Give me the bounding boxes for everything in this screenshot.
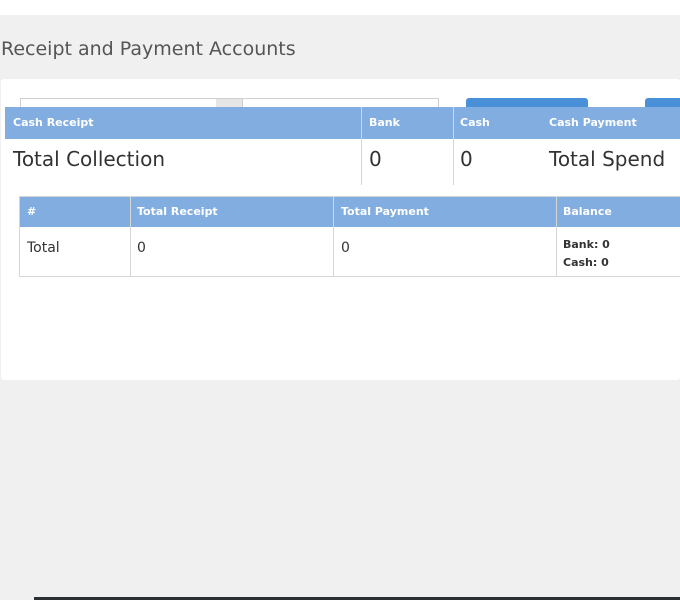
total-payment-value: 0: [341, 240, 350, 256]
total-collection-label: Total Collection: [13, 147, 165, 171]
column-divider: [130, 197, 131, 277]
breakdown-bank: Bank: 0: [563, 238, 610, 251]
details-header-row: # Total Receipt Total Payment Balance Br…: [20, 197, 680, 248]
total-spend-label: Total Spend: [549, 147, 666, 171]
breakdown-cash: Cash: 0: [563, 256, 609, 269]
balance-breakdown: Bank: 0 Cash: 0: [563, 236, 610, 272]
header-cash-payment: Cash Payment: [549, 116, 637, 129]
total-receipt-value: 0: [137, 240, 146, 256]
summary-table: Cash Receipt Bank Cash Cash Payment Tota…: [5, 107, 680, 185]
column-divider: [361, 107, 362, 185]
bank-value: 0: [369, 147, 382, 171]
header-total-receipt: Total Receipt: [137, 205, 218, 218]
column-divider: [453, 107, 454, 185]
row-label: Total: [27, 240, 60, 256]
cash-value: 0: [460, 147, 473, 171]
top-bar: [0, 0, 680, 15]
header-bank: Bank: [369, 116, 400, 129]
summary-header-row: Cash Receipt Bank Cash Cash Payment: [5, 107, 680, 139]
page-title: Receipt and Payment Accounts: [1, 38, 296, 60]
header-total-payment: Total Payment: [341, 205, 429, 218]
column-divider: [556, 197, 557, 277]
column-divider: [333, 197, 334, 277]
header-cash: Cash: [460, 116, 490, 129]
header-number: #: [27, 205, 37, 218]
details-table: # Total Receipt Total Payment Balance Br…: [19, 196, 680, 277]
header-cash-receipt: Cash Receipt: [13, 116, 94, 129]
